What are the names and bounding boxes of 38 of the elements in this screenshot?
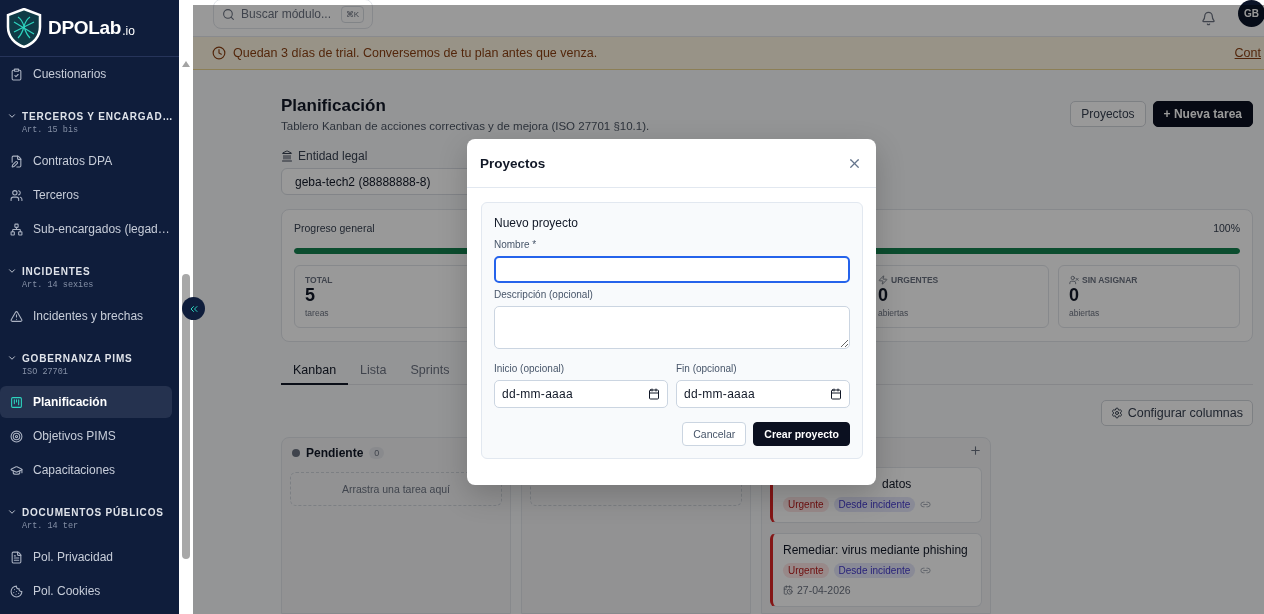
field-label: Fin (opcional) bbox=[676, 363, 738, 376]
task-tag: Desde incidente bbox=[833, 563, 916, 578]
task-tag: Urgente bbox=[783, 563, 829, 578]
column-title: Pendiente bbox=[306, 446, 364, 460]
brand-suffix: .io bbox=[122, 24, 135, 38]
dialog-title: Proyectos bbox=[480, 155, 546, 171]
stat-value: 0 bbox=[878, 285, 889, 305]
search-placeholder: Buscar módulo... bbox=[241, 7, 332, 21]
section-subtitle: Art. 14 sexies bbox=[21, 279, 95, 291]
field-label: Descripción (opcional) bbox=[494, 289, 594, 302]
field-label: Inicio (opcional) bbox=[494, 363, 566, 376]
page-title: Planificación bbox=[281, 96, 387, 116]
stat-unit: abiertas bbox=[1069, 308, 1101, 318]
stat-value: 0 bbox=[1069, 285, 1080, 305]
stat-label: SIN ASIGNAR bbox=[1082, 275, 1138, 285]
task-date: 27-04-2026 bbox=[797, 584, 851, 596]
progress-reading: 100% bbox=[1213, 222, 1240, 234]
shortcut-key: ⌘K bbox=[340, 5, 364, 23]
stat-unit: abiertas bbox=[878, 308, 910, 318]
task-title: datos bbox=[881, 477, 913, 491]
form-title: Nuevo proyecto bbox=[494, 216, 580, 232]
trial-notice: Quedan 3 días de trial. Conversemos de tu plan antes que venza. bbox=[233, 46, 598, 60]
stat-unit: tareas bbox=[305, 308, 330, 318]
field-label: Nombre * bbox=[494, 239, 538, 252]
stat-value: 5 bbox=[305, 285, 316, 305]
page-subtitle: Tablero Kanban de acciones correctivas y de mejora (ISO 27701 §10.1). bbox=[281, 119, 650, 134]
progress-label: Progreso general bbox=[294, 222, 375, 234]
task-tag: Urgente bbox=[783, 497, 829, 512]
stat-label: TOTAL bbox=[305, 275, 333, 285]
task-tag: Desde incidente bbox=[833, 497, 916, 512]
section-subtitle: ISO 27701 bbox=[21, 366, 69, 378]
stat-label: URGENTES bbox=[891, 275, 939, 285]
section-subtitle: Art. 14 ter bbox=[21, 520, 80, 532]
brand-name: DPOLab bbox=[48, 17, 122, 39]
section-subtitle: Art. 15 bis bbox=[21, 124, 80, 136]
entity-label: Entidad legal bbox=[298, 149, 368, 163]
task-title: Remediar: virus mediante phishing bbox=[783, 543, 969, 557]
column-count: 0 bbox=[369, 447, 385, 459]
